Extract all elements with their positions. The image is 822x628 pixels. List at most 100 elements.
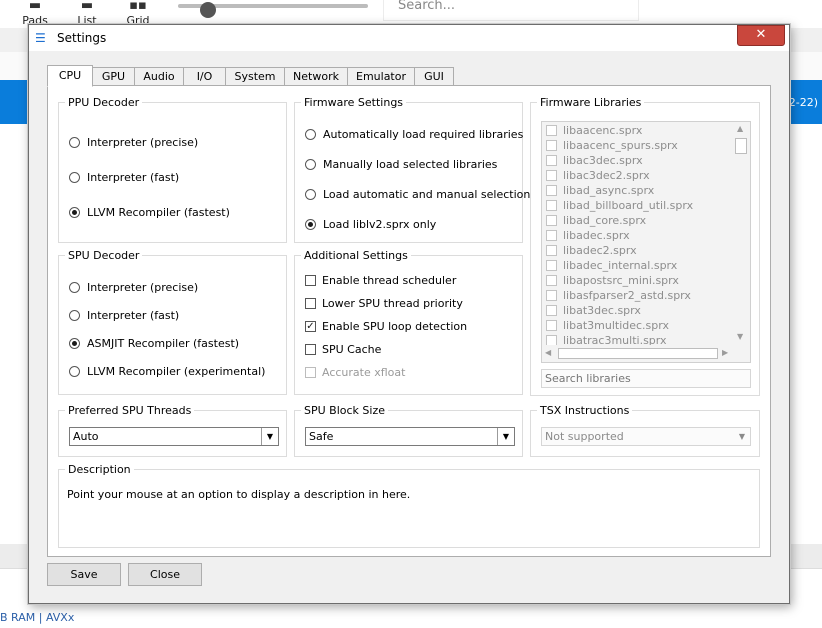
- tab-network[interactable]: Network: [284, 67, 348, 86]
- library-item[interactable]: libad_async.sprx: [546, 183, 654, 198]
- library-list[interactable]: libaacenc.sprx libaacenc_spurs.sprx liba…: [541, 121, 751, 363]
- library-item[interactable]: libaacenc.sprx: [546, 123, 642, 138]
- library-item[interactable]: libasfparser2_astd.sprx: [546, 288, 691, 303]
- library-item[interactable]: libad_billboard_util.sprx: [546, 198, 693, 213]
- save-button[interactable]: Save: [47, 563, 121, 586]
- radio-button[interactable]: [69, 337, 80, 349]
- tab-emulator[interactable]: Emulator: [347, 67, 415, 86]
- checkbox[interactable]: [546, 199, 557, 211]
- status-bar-text: B RAM | AVXx: [0, 611, 75, 624]
- checkbox[interactable]: [546, 319, 557, 331]
- spu-llvm-recompiler-radio[interactable]: LLVM Recompiler (experimental): [69, 365, 265, 379]
- accurate-xfloat-checkbox: Accurate xfloat: [305, 366, 405, 380]
- spu-cache-checkbox[interactable]: SPU Cache: [305, 343, 381, 357]
- ppu-llvm-recompiler-radio[interactable]: LLVM Recompiler (fastest): [69, 206, 230, 220]
- tab-label: GPU: [101, 70, 126, 83]
- vertical-scroll-thumb[interactable]: [735, 138, 747, 154]
- horizontal-scrollbar[interactable]: ◀ ▶: [542, 345, 733, 361]
- checkbox[interactable]: [546, 139, 557, 151]
- horizontal-scroll-thumb[interactable]: [558, 348, 718, 359]
- checkbox[interactable]: [546, 169, 557, 181]
- library-item[interactable]: libac3dec2.sprx: [546, 168, 650, 183]
- radio-button[interactable]: [69, 281, 80, 293]
- preferred-spu-threads-select[interactable]: Auto ▼: [69, 427, 279, 446]
- radio-button[interactable]: [305, 158, 316, 170]
- checkbox[interactable]: [546, 184, 557, 196]
- enable-thread-scheduler-checkbox[interactable]: Enable thread scheduler: [305, 274, 456, 288]
- library-item[interactable]: libadec2.sprx: [546, 243, 637, 258]
- library-item[interactable]: libapostsrc_mini.sprx: [546, 273, 679, 288]
- fw-auto-and-manual-radio[interactable]: Load automatic and manual selection: [305, 188, 530, 202]
- checkbox[interactable]: [546, 154, 557, 166]
- radio-button[interactable]: [69, 171, 80, 183]
- tab-gui[interactable]: GUI: [414, 67, 454, 86]
- checkbox[interactable]: [305, 343, 316, 355]
- spu-loop-detection-checkbox[interactable]: ✓ Enable SPU loop detection: [305, 320, 467, 334]
- checkbox[interactable]: [546, 229, 557, 241]
- chevron-down-icon[interactable]: ▼: [497, 428, 514, 445]
- radio-button[interactable]: [69, 309, 80, 321]
- radio-button[interactable]: [69, 206, 80, 218]
- ppu-interpreter-fast-radio[interactable]: Interpreter (fast): [69, 171, 179, 185]
- tab-gpu[interactable]: GPU: [92, 67, 135, 86]
- checkbox[interactable]: ✓: [305, 320, 316, 332]
- scroll-right-icon[interactable]: ▶: [722, 348, 728, 357]
- scroll-up-icon[interactable]: ▲: [737, 124, 743, 133]
- game-search-input[interactable]: Search...: [383, 0, 639, 21]
- radio-button[interactable]: [305, 128, 316, 140]
- scroll-down-icon[interactable]: ▼: [737, 332, 743, 341]
- button-label: Close: [150, 568, 180, 581]
- chevron-down-icon[interactable]: ▼: [261, 428, 278, 445]
- library-search-input[interactable]: [541, 369, 751, 388]
- checkbox[interactable]: [546, 289, 557, 301]
- tab-cpu[interactable]: CPU: [47, 65, 93, 87]
- checkbox[interactable]: [546, 304, 557, 316]
- slider-handle[interactable]: [200, 2, 216, 18]
- tab-io[interactable]: I/O: [183, 67, 226, 86]
- library-item[interactable]: libadec.sprx: [546, 228, 630, 243]
- ppu-decoder-group: PPU Decoder Interpreter (precise) Interp…: [58, 96, 287, 243]
- icon-size-slider[interactable]: [178, 2, 368, 18]
- spu-interpreter-fast-radio[interactable]: Interpreter (fast): [69, 309, 179, 323]
- lower-spu-priority-checkbox[interactable]: Lower SPU thread priority: [305, 297, 463, 311]
- close-window-button[interactable]: ✕: [737, 25, 785, 46]
- checkbox[interactable]: [546, 334, 557, 346]
- tab-system[interactable]: System: [225, 67, 285, 86]
- fw-manual-load-radio[interactable]: Manually load selected libraries: [305, 158, 497, 172]
- group-title: Description: [65, 463, 134, 476]
- library-name: libad_core.sprx: [563, 214, 647, 227]
- library-item[interactable]: libad_core.sprx: [546, 213, 646, 228]
- checkbox[interactable]: [546, 274, 557, 286]
- close-button[interactable]: Close: [128, 563, 202, 586]
- checkbox[interactable]: [546, 214, 557, 226]
- checkbox[interactable]: [305, 274, 316, 286]
- ppu-interpreter-precise-radio[interactable]: Interpreter (precise): [69, 136, 198, 150]
- library-item[interactable]: libat3multidec.sprx: [546, 318, 669, 333]
- checkbox[interactable]: [305, 297, 316, 309]
- spu-interpreter-precise-radio[interactable]: Interpreter (precise): [69, 281, 198, 295]
- spu-asmjit-recompiler-radio[interactable]: ASMJIT Recompiler (fastest): [69, 337, 239, 351]
- library-item[interactable]: libaacenc_spurs.sprx: [546, 138, 678, 153]
- library-name: libac3dec.sprx: [563, 154, 643, 167]
- radio-button[interactable]: [305, 188, 316, 200]
- library-item[interactable]: libadec_internal.sprx: [546, 258, 677, 273]
- cpu-tab-panel: PPU Decoder Interpreter (precise) Interp…: [47, 85, 771, 557]
- checkbox[interactable]: [546, 124, 557, 136]
- firmware-libraries-group: Firmware Libraries libaacenc.sprx libaac…: [530, 96, 760, 396]
- vertical-scrollbar[interactable]: ▲ ▼: [733, 122, 749, 345]
- dialog-titlebar[interactable]: ☰ Settings ✕: [29, 25, 789, 51]
- fw-liblv2-only-radio[interactable]: Load liblv2.sprx only: [305, 218, 436, 232]
- library-item[interactable]: libac3dec.sprx: [546, 153, 643, 168]
- radio-button[interactable]: [69, 136, 80, 148]
- checkbox[interactable]: [546, 244, 557, 256]
- fw-auto-load-radio[interactable]: Automatically load required libraries: [305, 128, 523, 142]
- scroll-left-icon[interactable]: ◀: [545, 348, 551, 357]
- spu-block-size-select[interactable]: Safe ▼: [305, 427, 515, 446]
- checkbox[interactable]: [546, 259, 557, 271]
- radio-button[interactable]: [305, 218, 316, 230]
- tab-audio[interactable]: Audio: [134, 67, 184, 86]
- library-item[interactable]: libat3dec.sprx: [546, 303, 641, 318]
- option-label: Load liblv2.sprx only: [323, 218, 437, 231]
- tab-label: GUI: [424, 70, 444, 83]
- radio-button[interactable]: [69, 365, 80, 377]
